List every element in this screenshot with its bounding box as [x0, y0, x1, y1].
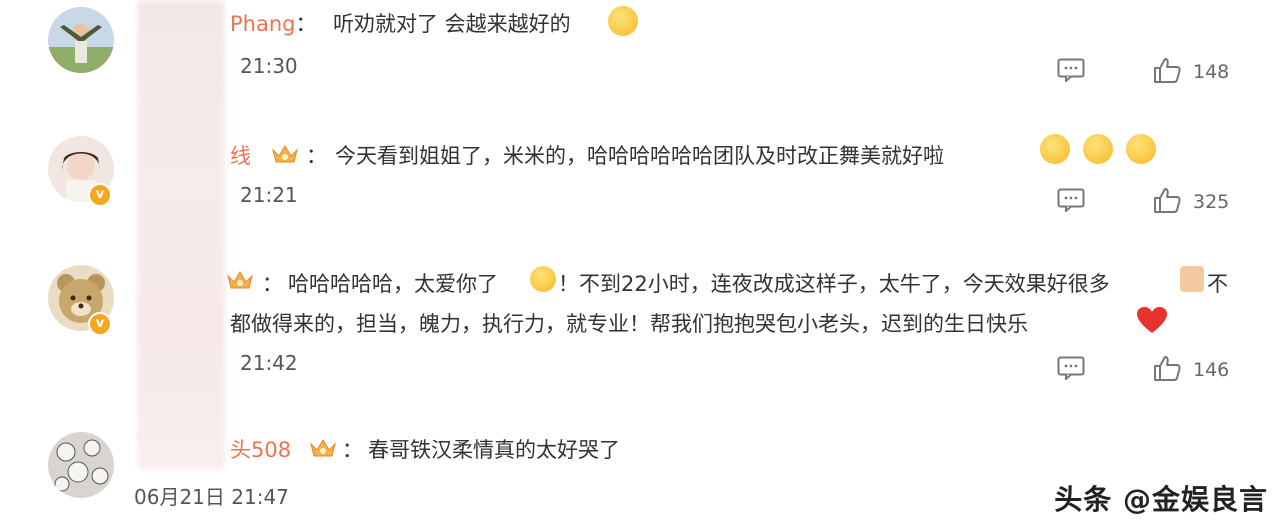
colon: ： — [306, 144, 327, 168]
thumbs-up-emoji — [1180, 266, 1204, 292]
like-count: 146 — [1193, 359, 1230, 381]
tongue-emoji — [1126, 134, 1156, 164]
like-count: 148 — [1193, 61, 1230, 83]
username-text[interactable]: 线 — [230, 144, 251, 168]
tongue-emoji — [1040, 134, 1070, 164]
crown-icon — [227, 271, 253, 289]
comment-time: 21:42 — [240, 351, 298, 375]
red-heart-icon — [1137, 307, 1167, 333]
comment-text-part3: 不 — [1207, 272, 1228, 296]
verified-badge: v — [88, 183, 112, 207]
comment-text: 春哥铁汉柔情真的太好哭了 — [368, 438, 620, 462]
avatar[interactable] — [48, 432, 114, 498]
username-text[interactable]: Phang — [230, 12, 295, 36]
tongue-emoji — [1083, 134, 1113, 164]
crown-icon — [272, 145, 298, 163]
privacy-blur — [137, 0, 225, 470]
thumbs-up-icon[interactable] — [1153, 187, 1181, 213]
reply-icon[interactable] — [1057, 58, 1085, 82]
username[interactable]: Phang： — [230, 8, 316, 38]
colon: ： — [295, 12, 317, 36]
comment-text: 今天看到姐姐了，米米的，哈哈哈哈哈哈团队及时改正舞美就好啦 — [335, 144, 944, 168]
colon: ： — [342, 438, 363, 462]
drooling-emoji — [530, 266, 556, 292]
comment-text-line2: 都做得来的，担当，魄力，执行力，就专业！帮我们抱抱哭包小老头，迟到的生日快乐 — [230, 312, 1028, 336]
verified-badge: v — [88, 312, 112, 336]
watermark: 头条 @金娱良言 — [1054, 483, 1268, 516]
comment-time: 21:21 — [240, 183, 298, 207]
username[interactable]: 头508 — [230, 434, 291, 464]
avatar[interactable] — [48, 7, 114, 73]
crown-icon — [310, 439, 336, 457]
reply-icon[interactable] — [1057, 188, 1085, 212]
comment-time: 21:30 — [240, 54, 298, 78]
comment-text: 听劝就对了 会越来越好的 — [333, 12, 571, 36]
thumbs-up-icon[interactable] — [1153, 57, 1181, 83]
comment-text-part1: 哈哈哈哈哈，太爱你了 — [288, 272, 498, 296]
comment-text-part2: ！不到22小时，连夜改成这样子，太牛了，今天效果好很多 — [558, 272, 1110, 296]
username[interactable]: 线 — [230, 140, 251, 170]
colon: ： — [262, 272, 283, 296]
comment-time: 06月21日 21:47 — [134, 485, 289, 509]
thumbs-up-icon[interactable] — [1153, 355, 1181, 381]
username-text[interactable]: 头508 — [230, 438, 291, 462]
reply-icon[interactable] — [1057, 356, 1085, 380]
like-count: 325 — [1193, 191, 1230, 213]
laughing-cry-emoji — [608, 6, 638, 36]
